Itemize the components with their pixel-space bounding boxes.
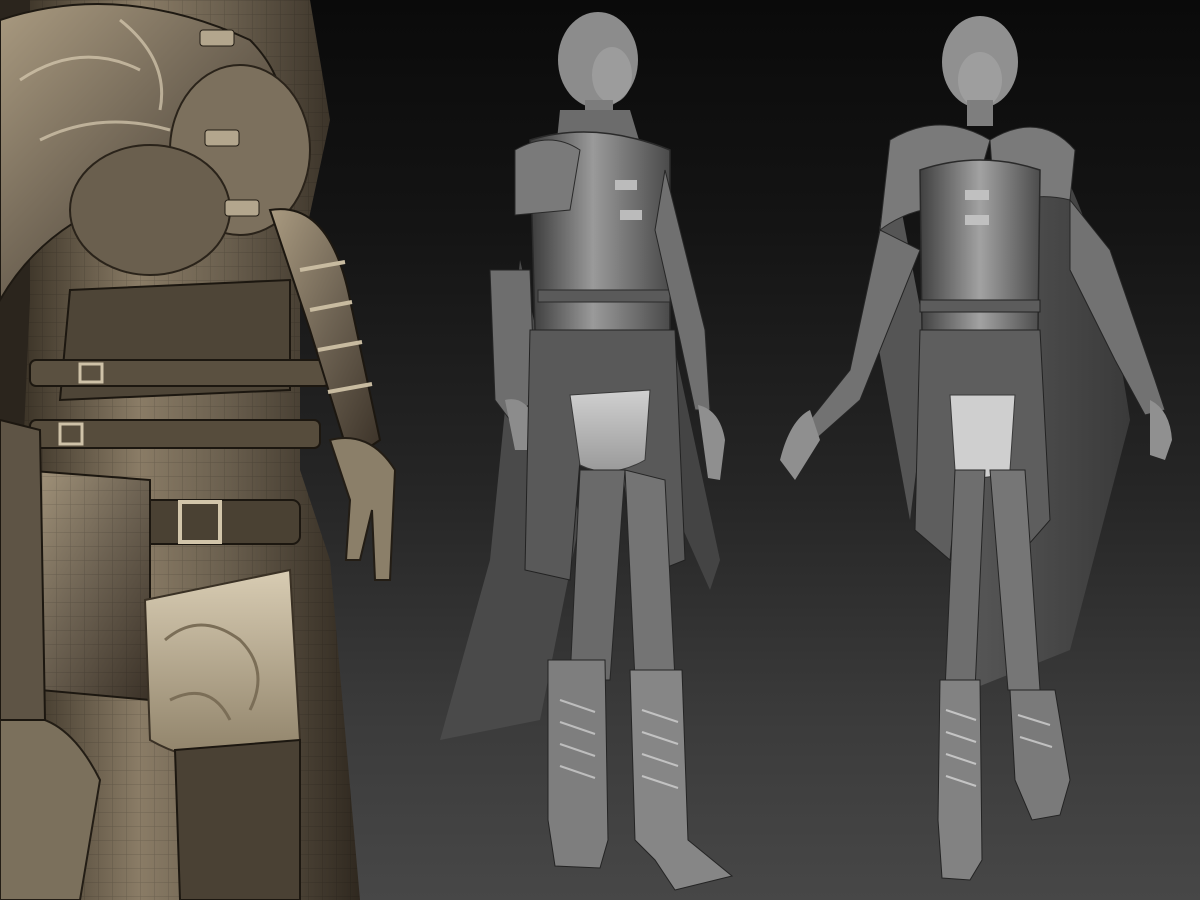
right-boot xyxy=(629,669,734,891)
left-shoulder xyxy=(514,139,581,216)
right-boot xyxy=(1009,689,1071,821)
face xyxy=(958,52,1002,108)
chest-buckle xyxy=(224,199,260,217)
belt xyxy=(537,289,671,303)
chest-buckle xyxy=(615,180,637,190)
chest-buckle xyxy=(620,210,642,220)
full-body-view-front xyxy=(770,0,1200,900)
neck xyxy=(967,100,993,126)
right-hand xyxy=(328,437,397,581)
left-leg xyxy=(569,469,626,681)
left-arm xyxy=(0,418,47,721)
full-body-view-side xyxy=(420,0,780,900)
front-panel-cloth xyxy=(949,394,1016,478)
chest-buckle xyxy=(204,129,240,147)
belt xyxy=(919,299,1041,313)
belt-upper xyxy=(29,359,331,387)
right-hand xyxy=(698,405,725,480)
figure-front xyxy=(780,16,1172,881)
closeup-figure xyxy=(0,0,397,900)
chest-buckle xyxy=(965,215,989,225)
belt-lower xyxy=(129,499,301,545)
left-boot xyxy=(547,659,609,869)
leg xyxy=(173,738,301,900)
figure-side xyxy=(440,12,734,891)
face xyxy=(592,47,632,103)
chest-plate-left xyxy=(69,144,231,276)
chest-buckle xyxy=(965,190,989,200)
chest-buckle xyxy=(199,29,235,47)
front-skirt-panel xyxy=(143,568,302,761)
front-panel-cloth xyxy=(569,389,651,472)
sculpt-viewport xyxy=(0,0,1200,900)
closeup-torso-view xyxy=(0,0,420,900)
right-hand xyxy=(1150,400,1172,460)
